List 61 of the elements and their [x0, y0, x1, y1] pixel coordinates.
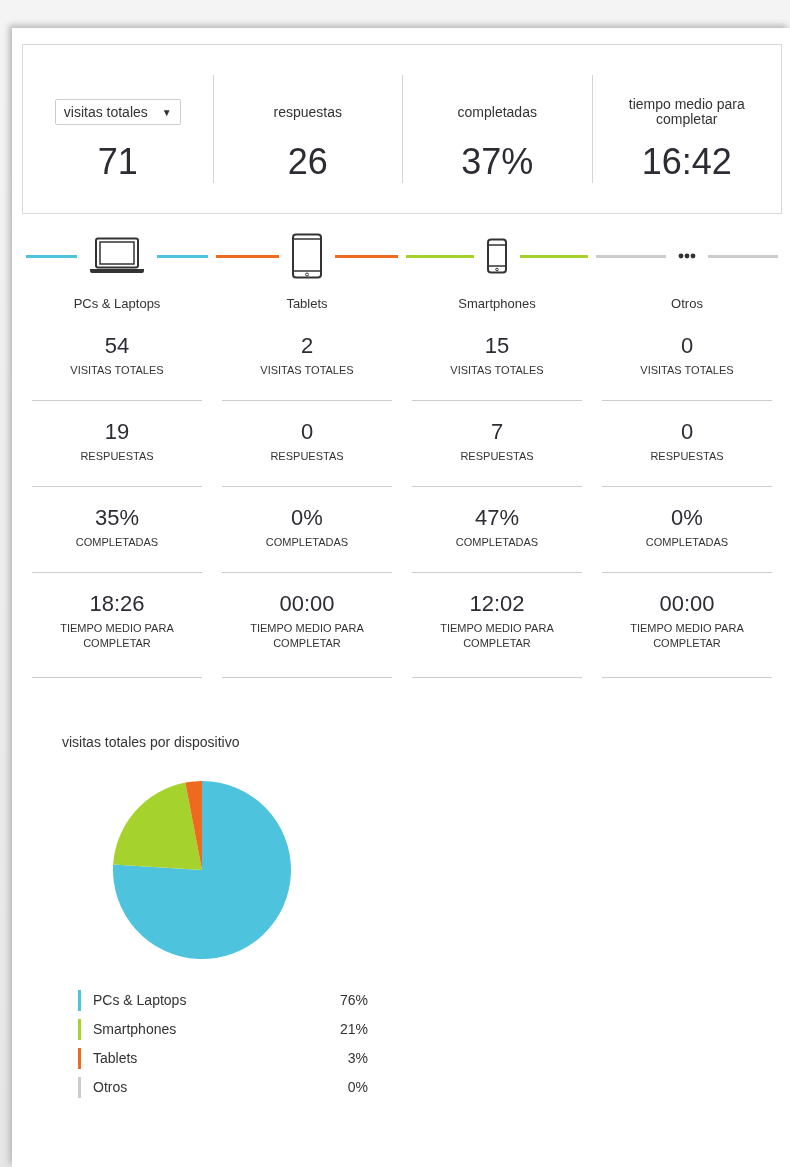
stat-value: 0%: [671, 505, 703, 531]
stat-label: COMPLETADAS: [75, 535, 159, 550]
metric-dropdown[interactable]: visitas totales ▼: [54, 99, 181, 125]
stat-value: 0%: [291, 505, 323, 531]
stat-value: 12:02: [469, 591, 525, 617]
legend-value: 3%: [347, 1050, 368, 1066]
color-line: [335, 254, 398, 258]
stat-label: TIEMPO MEDIO PARA COMPLETAR: [59, 621, 175, 651]
stat-value: 7: [490, 419, 504, 445]
device-name: Tablets: [286, 296, 328, 311]
stat-value: 0: [680, 333, 694, 359]
color-line: [157, 254, 208, 258]
stat-label: VISITAS TOTALES: [260, 363, 354, 378]
stat-label: TIEMPO MEDIO PARA COMPLETAR: [439, 621, 555, 651]
color-line: [520, 254, 588, 258]
stat-value: 2: [300, 333, 314, 359]
laptop-icon: [89, 237, 145, 275]
stat-value: 0: [680, 419, 694, 445]
legend-label: Smartphones: [93, 1021, 178, 1037]
device-name: PCs & Laptops: [73, 296, 161, 311]
chart-title: visitas totales por dispositivo: [62, 734, 241, 750]
legend-label: Otros: [93, 1079, 129, 1095]
stat-label: COMPLETADAS: [645, 535, 729, 550]
device-name: Smartphones: [458, 296, 536, 311]
stat-label: VISITAS TOTALES: [70, 363, 164, 378]
metric-label: respuestas: [272, 104, 343, 120]
metric-value: 26: [287, 141, 328, 183]
stat-value: 0: [300, 419, 314, 445]
stat-label: TIEMPO MEDIO PARA COMPLETAR: [629, 621, 745, 651]
stat-label: VISITAS TOTALES: [640, 363, 734, 378]
stat-label: RESPUESTAS: [80, 449, 154, 464]
stat-label: COMPLETADAS: [265, 535, 349, 550]
legend-label: Tablets: [93, 1050, 139, 1066]
legend-label: PCs & Laptops: [93, 992, 188, 1008]
metric-value: 71: [97, 141, 138, 183]
ellipsis-icon: [678, 253, 696, 259]
device-name: Otros: [671, 296, 703, 311]
metric-label: completadas: [456, 104, 538, 120]
stat-value: 15: [484, 333, 510, 359]
stat-value: 47%: [474, 505, 519, 531]
metric-label: tiempo medio para completar: [627, 97, 746, 127]
stat-value: 19: [104, 419, 130, 445]
tablet-icon: [291, 233, 323, 279]
stat-label: TIEMPO MEDIO PARA COMPLETAR: [249, 621, 365, 651]
stat-label: RESPUESTAS: [270, 449, 344, 464]
stat-label: RESPUESTAS: [650, 449, 724, 464]
stat-value: 00:00: [659, 591, 715, 617]
legend-value: 21%: [339, 1021, 368, 1037]
metric-value: 37%: [461, 141, 534, 183]
legend-value: 0%: [347, 1079, 368, 1095]
stat-label: COMPLETADAS: [455, 535, 539, 550]
phone-icon: [486, 238, 508, 274]
stat-value: 18:26: [89, 591, 145, 617]
stat-value: 35%: [94, 505, 139, 531]
color-line: [708, 254, 778, 258]
metric-value: 16:42: [641, 141, 732, 183]
stat-value: 54: [104, 333, 130, 359]
stat-label: RESPUESTAS: [460, 449, 534, 464]
stat-value: 00:00: [279, 591, 335, 617]
legend-value: 76%: [339, 992, 368, 1008]
stat-label: VISITAS TOTALES: [450, 363, 544, 378]
